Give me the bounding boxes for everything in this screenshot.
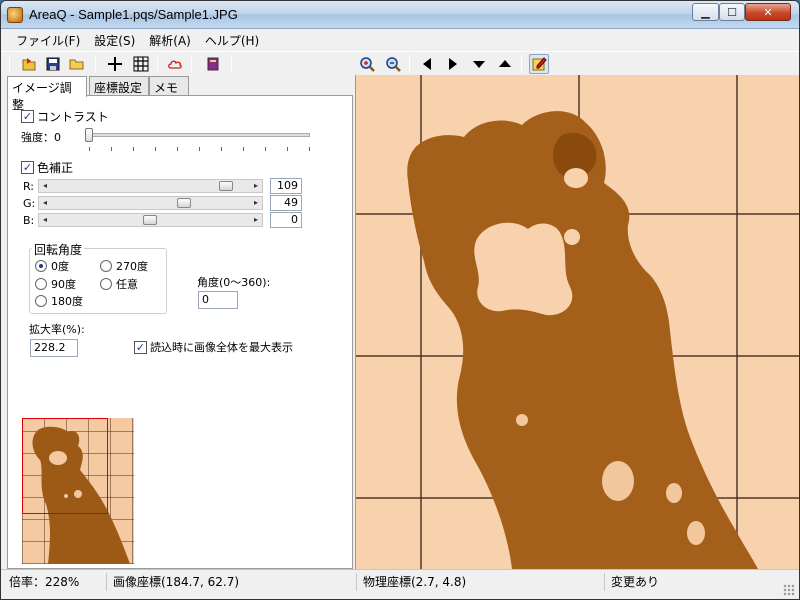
- toolbar-separator: [191, 55, 192, 73]
- open-project-icon[interactable]: [19, 54, 39, 74]
- minimize-button[interactable]: ▁: [692, 3, 719, 21]
- app-icon: [7, 7, 23, 23]
- contrast-strength-label: 強度：0: [21, 131, 61, 144]
- window-title: AreaQ - Sample1.pqs/Sample1.JPG: [29, 7, 238, 22]
- color-correction-checkbox[interactable]: ✓: [21, 161, 34, 174]
- fit-on-load-checkbox[interactable]: ✓: [134, 341, 147, 354]
- rotation-radio-180[interactable]: [35, 295, 47, 307]
- close-button[interactable]: ✕: [745, 3, 791, 21]
- maximize-button[interactable]: ☐: [719, 3, 745, 21]
- grid-icon[interactable]: [131, 54, 151, 74]
- channel-g-value[interactable]: 49: [270, 195, 302, 211]
- scroll-right-icon[interactable]: ▸: [250, 214, 262, 226]
- zoom-rate-label: 拡大率(%):: [29, 323, 85, 336]
- scroll-right-icon[interactable]: ▸: [250, 180, 262, 192]
- menu-help[interactable]: ヘルプ(H): [198, 32, 266, 49]
- color-correction-label: 色補正: [37, 161, 74, 175]
- channel-g-scrollbar[interactable]: ◂ ▸: [38, 196, 263, 210]
- channel-b-scrollbar[interactable]: ◂ ▸: [38, 213, 263, 227]
- rotation-option-270-label: 270度: [116, 260, 148, 273]
- thumbnail-selection-frame[interactable]: [22, 418, 108, 514]
- menu-bar: ファイル(F) 設定(S) 解析(A) ヘルプ(H): [1, 29, 799, 51]
- channel-b-value[interactable]: 0: [270, 212, 302, 228]
- menu-file[interactable]: ファイル(F): [9, 32, 87, 49]
- channel-b-label: B:: [23, 214, 35, 227]
- thumbnail-preview[interactable]: [22, 418, 134, 564]
- toolbar-separator: [95, 55, 96, 73]
- book-icon[interactable]: [203, 54, 223, 74]
- status-physical-coords: 物理座標(2.7, 4.8): [357, 573, 605, 591]
- rotation-option-180-label: 180度: [51, 295, 83, 308]
- contrast-slider-thumb[interactable]: [85, 128, 93, 142]
- menu-settings[interactable]: 設定(S): [87, 32, 142, 49]
- status-zoom: 倍率：228%: [3, 573, 107, 591]
- arrow-right-icon[interactable]: [443, 54, 463, 74]
- rotation-option-0-label: 0度: [51, 260, 69, 273]
- toolbar-separator: [409, 55, 410, 73]
- cloud-shape-icon[interactable]: [165, 54, 185, 74]
- rotation-radio-custom[interactable]: [100, 278, 112, 290]
- rotation-radio-270[interactable]: [100, 260, 112, 272]
- scroll-left-icon[interactable]: ◂: [39, 197, 51, 209]
- zoom-rate-input[interactable]: 228.2: [30, 339, 78, 357]
- channel-b-thumb[interactable]: [143, 215, 157, 225]
- rotation-option-90-label: 90度: [51, 278, 76, 291]
- save-icon[interactable]: [43, 54, 63, 74]
- contrast-slider-track[interactable]: [88, 133, 310, 137]
- stain-image: [407, 111, 758, 569]
- tab-memo[interactable]: メモ: [149, 76, 189, 96]
- angle-input[interactable]: 0: [198, 291, 238, 309]
- channel-r-value[interactable]: 109: [270, 178, 302, 194]
- contrast-slider-ticks: [89, 147, 311, 151]
- tab-coordinate-settings[interactable]: 座標設定: [89, 76, 149, 96]
- rotation-option-custom-label: 任意: [116, 278, 138, 291]
- tab-image-adjust[interactable]: イメージ調整: [7, 76, 87, 112]
- rotation-radio-0[interactable]: [35, 260, 47, 272]
- zoom-out-icon[interactable]: [383, 54, 403, 74]
- title-bar[interactable]: AreaQ - Sample1.pqs/Sample1.JPG ▁ ☐ ✕: [1, 1, 799, 29]
- toolbar-separator: [157, 55, 158, 73]
- toolbar-separator: [231, 55, 232, 73]
- toolbar-separator: [521, 55, 522, 73]
- toolbar-separator: [9, 55, 10, 73]
- angle-label: 角度(0〜360):: [197, 276, 271, 289]
- image-viewer[interactable]: [355, 75, 799, 569]
- open-folder-icon[interactable]: [67, 54, 87, 74]
- scroll-left-icon[interactable]: ◂: [39, 180, 51, 192]
- arrow-left-icon[interactable]: [417, 54, 437, 74]
- channel-g-thumb[interactable]: [177, 198, 191, 208]
- channel-g-label: G:: [23, 197, 36, 210]
- rotation-group-title: 回転角度: [32, 241, 85, 258]
- scroll-right-icon[interactable]: ▸: [250, 197, 262, 209]
- arrow-up-icon[interactable]: [495, 54, 515, 74]
- scroll-left-icon[interactable]: ◂: [39, 214, 51, 226]
- crosshair-icon[interactable]: [105, 54, 125, 74]
- menu-analysis[interactable]: 解析(A): [142, 32, 198, 49]
- channel-r-scrollbar[interactable]: ◂ ▸: [38, 179, 263, 193]
- status-bar: 倍率：228% 画像座標(184.7, 62.7) 物理座標(2.7, 4.8)…: [1, 569, 799, 599]
- channel-r-thumb[interactable]: [219, 181, 233, 191]
- toolbar: [1, 51, 799, 75]
- channel-r-label: R:: [23, 180, 35, 193]
- image-adjust-panel: ✓ コントラスト 強度：0 ✓ 色補正 R: ◂ ▸ 109 G: ◂ ▸ 49…: [7, 95, 353, 569]
- contrast-label: コントラスト: [37, 110, 109, 124]
- arrow-down-icon[interactable]: [469, 54, 489, 74]
- zoom-in-icon[interactable]: [357, 54, 377, 74]
- fit-on-load-label: 読込時に画像全体を最大表示: [150, 341, 293, 354]
- status-image-coords: 画像座標(184.7, 62.7): [107, 573, 357, 591]
- rotation-radio-90[interactable]: [35, 278, 47, 290]
- main-window: AreaQ - Sample1.pqs/Sample1.JPG ▁ ☐ ✕ ファ…: [0, 0, 800, 600]
- status-modified: 変更あり: [611, 575, 660, 589]
- resize-grip-icon[interactable]: [783, 584, 795, 596]
- edit-mode-icon[interactable]: [529, 54, 549, 74]
